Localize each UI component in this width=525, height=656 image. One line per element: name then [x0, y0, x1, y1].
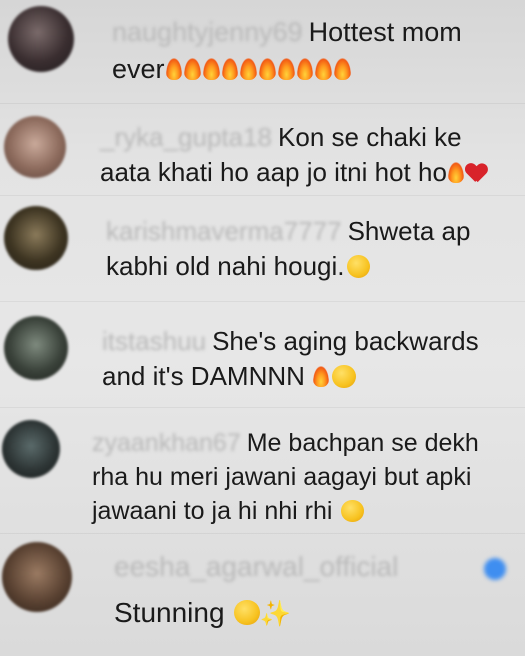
comment-text: _ryka_gupta18 Kon se chaki ke aata khati … [100, 120, 486, 191]
comment-item: itstashuu She's aging backwards and it's … [0, 302, 525, 408]
comment-line: Shweta ap [347, 216, 471, 246]
heart-eyes-face-emoji-icon [332, 365, 356, 389]
avatar[interactable] [4, 116, 66, 178]
fire-emoji-icon [447, 162, 465, 184]
comment-text: naughtyjenny69 Hottest mom ever [112, 14, 462, 87]
comment-item: karishmaverma7777 Shweta ap kabhi old nah… [0, 196, 525, 302]
comment-line: and it's DAMNNN [102, 361, 305, 392]
comment-line: Hottest mom [308, 17, 462, 47]
comment-line: She's aging backwards [212, 326, 479, 356]
username[interactable]: eesha_agarwal_official [114, 551, 398, 582]
avatar[interactable] [2, 420, 60, 478]
comment-line: kabhi old nahi hougi. [106, 251, 345, 282]
comment-text: zyaankhan67 Me bachpan se dekh rha hu mer… [92, 426, 479, 528]
username[interactable]: itstashuu [102, 326, 206, 356]
avatar[interactable] [2, 542, 72, 612]
comment-line: Kon se chaki ke [278, 122, 462, 152]
sparkles-emoji-icon: ✨ [259, 600, 291, 629]
avatar[interactable] [4, 206, 68, 270]
laughing-face-emoji-icon [341, 499, 364, 522]
comment-item: _ryka_gupta18 Kon se chaki ke aata khati … [0, 104, 525, 196]
verified-badge-icon [484, 558, 506, 580]
username[interactable]: naughtyjenny69 [112, 17, 303, 47]
comment-item: naughtyjenny69 Hottest mom ever [0, 0, 525, 104]
username[interactable]: _ryka_gupta18 [100, 122, 272, 152]
fire-emoji-icon [165, 54, 352, 84]
username[interactable]: karishmaverma7777 [106, 216, 342, 246]
comment-line: Me bachpan se dekh [246, 429, 479, 457]
comment-line: Stunning [114, 597, 225, 629]
avatar[interactable] [4, 316, 68, 380]
comment-text: eesha_agarwal_official Stunning ✨ [114, 548, 404, 632]
comment-line: jawaani to ja hi nhi rhi [92, 497, 333, 525]
avatar[interactable] [8, 6, 74, 72]
comment-line: aata khati ho aap jo itni hot ho [100, 157, 447, 188]
comment-item: zyaankhan67 Me bachpan se dekh rha hu mer… [0, 408, 525, 534]
comment-text: karishmaverma7777 Shweta ap kabhi old nah… [106, 214, 470, 285]
fire-emoji-icon [313, 366, 330, 388]
laughing-face-emoji-icon [346, 255, 370, 279]
red-heart-emoji-icon [466, 164, 486, 182]
comment-item: eesha_agarwal_official Stunning ✨ [0, 534, 525, 656]
username[interactable]: zyaankhan67 [92, 429, 241, 457]
comment-list: naughtyjenny69 Hottest mom ever _ryka_gup… [0, 0, 525, 656]
comment-text: itstashuu She's aging backwards and it's … [102, 324, 479, 395]
comment-line: ever [112, 53, 165, 84]
comment-line: rha hu meri jawani aagayi but apki [92, 463, 472, 491]
star-struck-emoji-icon [234, 600, 260, 626]
